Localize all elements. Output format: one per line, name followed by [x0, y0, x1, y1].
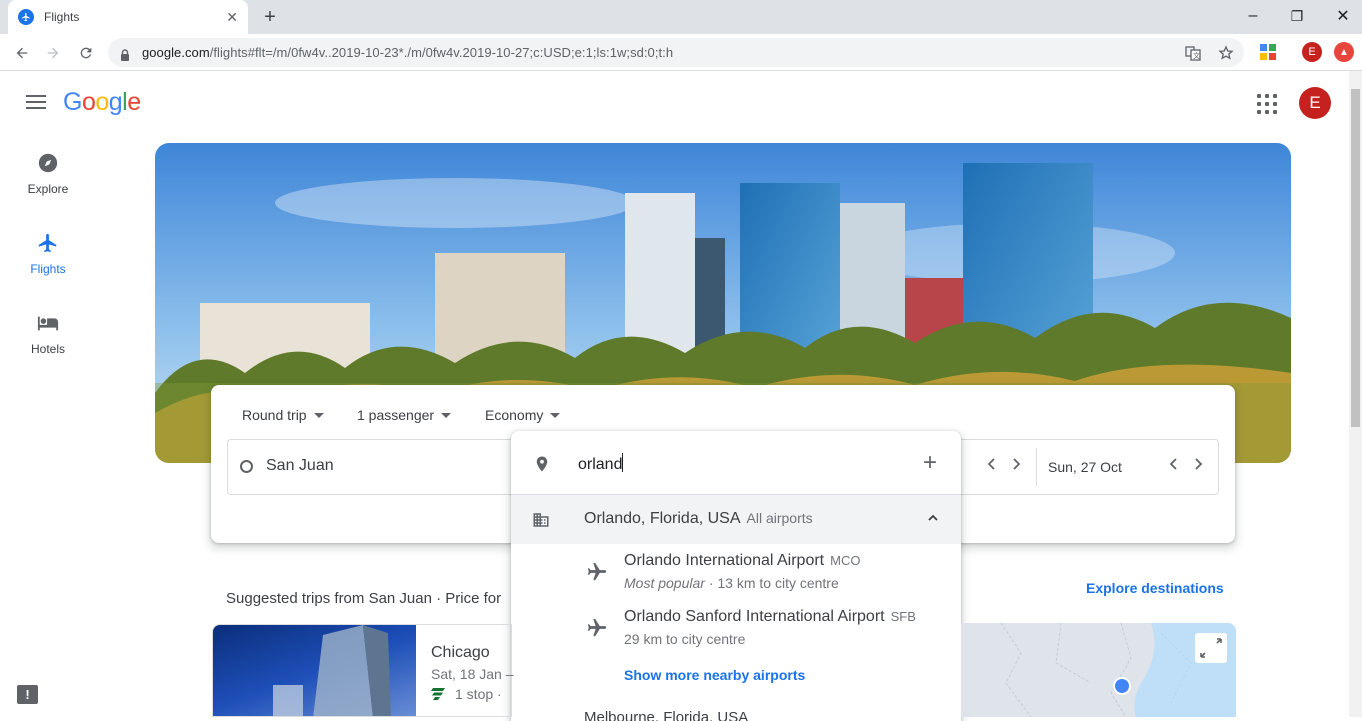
- sidenav-item-flights[interactable]: Flights: [8, 232, 88, 276]
- next-city-option[interactable]: Melbourne, Florida, USA: [584, 709, 748, 721]
- airport-code: MCO: [830, 553, 861, 568]
- logo-letter: e: [127, 88, 141, 116]
- trip-city: Chicago: [431, 644, 490, 661]
- destination-query: orland: [578, 456, 623, 473]
- trip-type-label: Round trip: [242, 407, 307, 423]
- city-option[interactable]: Orlando, Florida, USA All airports: [511, 495, 961, 544]
- bookmark-star-icon[interactable]: [1218, 45, 1234, 65]
- svg-text:文: 文: [1193, 51, 1200, 60]
- logo-letter: o: [81, 88, 96, 116]
- cabin-class-select[interactable]: Economy: [485, 407, 561, 423]
- sidenav-label-hotels: Hotels: [30, 342, 65, 356]
- chevron-down-icon: [313, 412, 324, 418]
- tab-title: Flights: [44, 10, 80, 24]
- close-window-button[interactable]: ✕: [1320, 4, 1362, 28]
- origin-circle-icon: [240, 460, 253, 473]
- return-prev-icon[interactable]: [1168, 457, 1180, 476]
- trip-type-select[interactable]: Round trip: [242, 407, 324, 423]
- airline-logo-icon: [431, 688, 445, 700]
- logo-letter: o: [95, 88, 109, 116]
- text-cursor: [622, 453, 624, 472]
- browser-toolbar: google.com/flights#flt=/m/0fw4v..2019-10…: [0, 34, 1362, 71]
- url-host: google.com: [142, 45, 210, 60]
- browser-tab[interactable]: Flights ✕: [8, 0, 248, 34]
- sidenav-label-explore: Explore: [27, 182, 69, 196]
- sidenav-item-explore[interactable]: Explore: [8, 152, 88, 196]
- add-destination-icon[interactable]: +: [923, 449, 937, 477]
- main-menu-icon[interactable]: [26, 95, 46, 111]
- logo-letter: g: [108, 88, 123, 116]
- profile-avatar[interactable]: E: [1302, 42, 1322, 62]
- return-date-input[interactable]: Sun, 27 Oct: [1048, 459, 1122, 475]
- map-preview[interactable]: [961, 623, 1236, 717]
- destination-input[interactable]: orland +: [511, 431, 961, 495]
- return-next-icon[interactable]: [1192, 457, 1204, 476]
- forward-icon[interactable]: [40, 40, 66, 66]
- trip-image: [213, 625, 416, 716]
- airport-name: Orlando International Airport: [624, 552, 825, 569]
- apps-grid-icon[interactable]: [1257, 94, 1277, 114]
- city-name: Orlando, Florida, USA: [584, 510, 741, 527]
- google-logo[interactable]: Google: [63, 88, 141, 117]
- url-path: /flights#flt=/m/0fw4v..2019-10-23*./m/0f…: [209, 45, 674, 60]
- airport-distance: 29 km to city centre: [624, 631, 746, 647]
- origin-input[interactable]: San Juan: [266, 457, 334, 475]
- airport-code: SFB: [890, 609, 916, 624]
- airplane-icon: [8, 232, 88, 256]
- city-sub: All airports: [746, 510, 813, 526]
- sidenav-label-flights: Flights: [30, 262, 66, 276]
- airport-name: Orlando Sanford International Airport: [624, 608, 885, 625]
- departure-prev-icon[interactable]: [986, 457, 998, 476]
- chevron-down-icon: [441, 412, 452, 418]
- city-building-icon: [531, 511, 551, 534]
- airport-option[interactable]: Orlando International Airport MCO Most po…: [511, 552, 961, 608]
- airplane-icon: [586, 617, 608, 644]
- tab-close-icon[interactable]: ✕: [226, 9, 238, 26]
- page-scrollbar[interactable]: [1349, 71, 1362, 717]
- sidenav-item-hotels[interactable]: Hotels: [8, 312, 88, 356]
- airport-distance: · 13 km to city centre: [704, 575, 839, 591]
- extension-icon[interactable]: [1258, 42, 1278, 62]
- suggested-trips-title: Suggested trips from San Juan · Price fo…: [226, 590, 502, 607]
- explore-destinations-link[interactable]: Explore destinations: [1086, 580, 1224, 596]
- chevron-down-icon: [550, 412, 561, 418]
- translate-icon[interactable]: 文: [1185, 45, 1201, 65]
- compass-icon: [8, 152, 88, 176]
- chevron-up-icon[interactable]: [927, 511, 939, 529]
- back-icon[interactable]: [9, 40, 35, 66]
- reload-icon[interactable]: [73, 40, 99, 66]
- bed-icon: [8, 312, 88, 336]
- new-tab-button[interactable]: +: [258, 5, 282, 29]
- feedback-icon[interactable]: !: [17, 685, 38, 704]
- trip-stops-label: 1 stop ·: [455, 686, 502, 702]
- airport-highlight: Most popular: [624, 575, 705, 591]
- address-bar[interactable]: google.com/flights#flt=/m/0fw4v..2019-10…: [108, 38, 1244, 67]
- passengers-select[interactable]: 1 passenger: [357, 407, 452, 423]
- destination-autocomplete: orland + Orlando, Florida, USA All airpor…: [511, 431, 961, 721]
- trip-dates: Sat, 18 Jan –: [431, 666, 514, 682]
- logo-letter: G: [63, 88, 82, 116]
- cabin-class-label: Economy: [485, 407, 544, 423]
- airport-option[interactable]: Orlando Sanford International Airport SFB…: [511, 608, 961, 664]
- maximize-button[interactable]: ❐: [1274, 4, 1320, 28]
- lock-icon: [120, 48, 130, 61]
- flights-favicon-icon: [18, 9, 34, 25]
- airplane-icon: [586, 561, 608, 588]
- minimize-button[interactable]: –: [1230, 4, 1276, 28]
- scroll-thumb[interactable]: [1351, 89, 1360, 427]
- passengers-label: 1 passenger: [357, 407, 435, 423]
- departure-next-icon[interactable]: [1010, 457, 1022, 476]
- show-more-airports-link[interactable]: Show more nearby airports: [624, 667, 805, 683]
- location-pin-icon: [533, 453, 551, 480]
- account-avatar[interactable]: E: [1299, 87, 1331, 119]
- divider: [1036, 448, 1037, 486]
- tab-strip: Flights ✕ + – ❐ ✕: [0, 0, 1362, 34]
- trip-stops: 1 stop ·: [431, 686, 502, 702]
- extension-alert-icon[interactable]: ▲: [1334, 42, 1354, 62]
